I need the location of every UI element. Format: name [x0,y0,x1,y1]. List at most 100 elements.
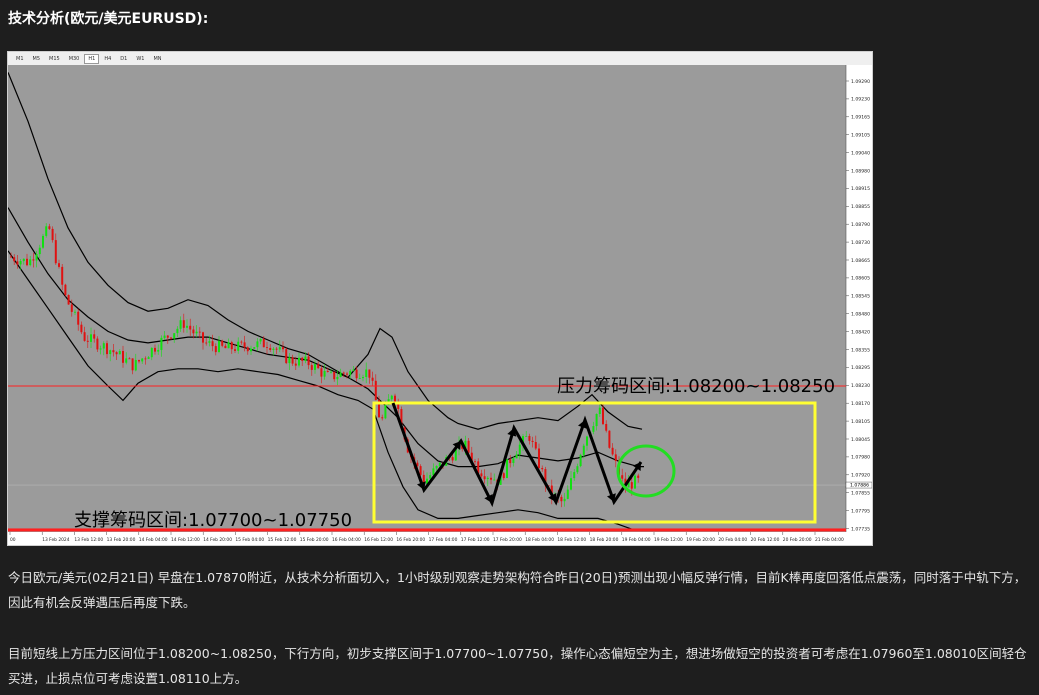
candle-body [227,342,230,349]
candle-body [509,459,512,464]
candle-body [429,475,432,479]
candle-body [352,369,355,371]
candle-body [282,347,284,350]
candle-body [58,263,60,267]
candle-body [563,498,566,502]
x-tick-label: 15 Feb 12:00 [268,537,297,543]
candle-body [32,259,35,261]
candle-body [368,369,371,378]
candle-body [198,331,201,333]
candle-body [202,332,204,343]
candle-body [506,459,508,478]
x-tick-label: 20 Feb 20:00 [783,537,812,543]
candle-body [176,328,179,334]
candle-body [250,348,252,352]
timeframe-mn[interactable]: MN [149,54,165,64]
candle-body [218,340,220,352]
analysis-paragraph-2: 目前短线上方压力区间位于1.08200~1.08250，下行方向，初步支撑区间于… [8,646,1027,686]
support-label: 支撑筹码区间:1.07700~1.07750 [74,510,352,531]
candle-body [275,348,278,350]
plot-area [8,65,846,532]
candle-body [214,346,217,353]
candle-body [502,473,505,479]
candle-body [237,341,240,351]
candle-body [154,347,156,352]
candle-body [534,442,537,449]
candle-body [269,348,272,350]
candle-body [35,254,38,261]
x-tick-label: 14 Feb 12:00 [171,537,200,543]
candle-body [45,226,48,236]
candle-body [70,304,73,312]
y-tick-label: 1.08045 [851,437,870,443]
candle-body [195,331,198,334]
candle-body [54,240,57,264]
candle-body [90,334,92,342]
candle-body [106,343,108,355]
candle-body [246,347,249,352]
candle-body [349,370,352,375]
y-tick-label: 1.09105 [851,133,870,139]
y-tick-label: 1.07735 [851,526,870,532]
timeframe-m30[interactable]: M30 [65,54,84,64]
candle-body [179,320,182,329]
candle-body [22,258,25,262]
candle-body [173,333,176,339]
timeframe-m5[interactable]: M5 [29,54,45,64]
resistance-label: 压力筹码区间:1.08200~1.08250 [557,376,835,397]
candle-body [125,358,128,363]
candle-body [157,350,160,352]
timeframe-h1[interactable]: H1 [84,53,100,64]
timeframe-m1[interactable]: M1 [12,54,28,64]
candle-body [10,256,12,258]
y-tick-label: 1.07920 [851,473,870,479]
x-tick-label: 20 Feb 12:00 [751,537,780,543]
x-tick-label: 16 Feb 20:00 [396,537,425,543]
y-tick-label: 1.08105 [851,419,870,425]
candle-body [253,347,256,349]
y-tick-label: 1.08230 [851,383,870,389]
candle-body [560,496,563,502]
timeframe-w1[interactable]: W1 [132,54,148,64]
candle-body [256,341,259,348]
candle-body [291,357,294,364]
x-tick-label: 17 Feb 04:00 [429,537,458,543]
candle-body [160,337,163,350]
timeframe-h4[interactable]: H4 [100,54,115,64]
x-tick-label: 19 Feb 12:00 [654,537,683,543]
candle-body [278,347,281,350]
y-tick-label: 1.08730 [851,240,870,246]
candle-body [602,407,604,425]
candle-body [314,364,316,370]
x-tick-label: 16 Feb 12:00 [364,537,393,543]
candle-body [112,350,115,353]
candle-body [374,380,377,401]
candle-body [16,261,19,265]
candle-body [48,226,51,229]
candle-body [61,266,64,285]
candle-body [211,341,214,347]
timeframe-m15[interactable]: M15 [45,54,64,64]
candle-body [13,257,16,262]
timeframe-d1[interactable]: D1 [116,54,131,64]
candle-body [512,458,515,463]
y-tick-label: 1.08855 [851,204,870,210]
candle-body [342,372,345,374]
candle-body [371,377,374,381]
candle-body [605,424,608,431]
x-tick-label: 18 Feb 04:00 [525,537,554,543]
y-tick-label: 1.08790 [851,222,870,228]
candle-body [266,347,268,348]
candlestick-chart: 压力筹码区间:1.08200~1.08250 支撑筹码区间:1.07700~1.0… [8,65,872,545]
candle-body [230,342,233,350]
candle-body [541,468,544,470]
x-tick-label: 17 Feb 20:00 [493,537,522,543]
candle-body [365,369,368,377]
candle-body [131,358,134,371]
candle-body [432,468,435,476]
candle-body [493,479,496,481]
candle-body [298,357,300,366]
candle-body [288,357,291,364]
candle-body [74,311,76,313]
candle-body [304,356,307,361]
